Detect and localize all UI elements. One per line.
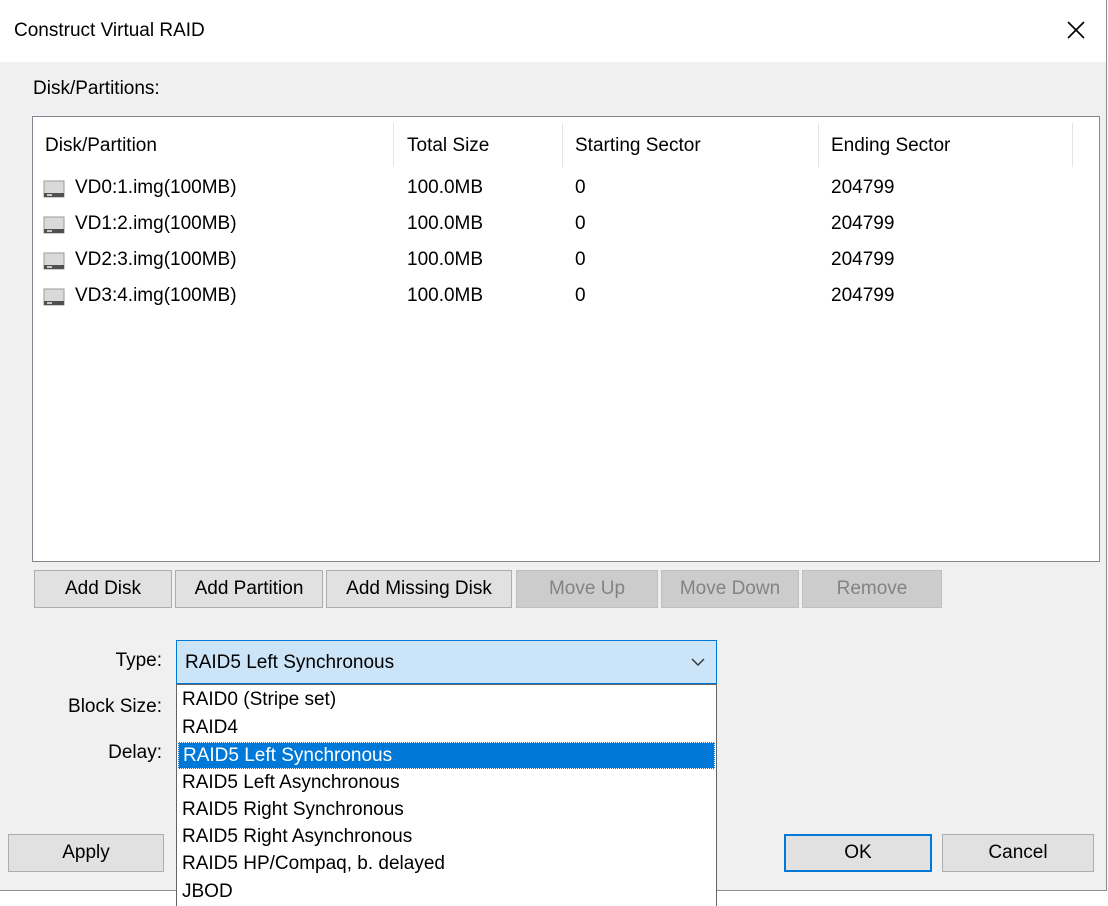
cell-ending-sector: 204799 [831, 177, 895, 198]
cell-disk-partition: VD1:2.img(100MB) [75, 213, 237, 234]
cell-starting-sector: 0 [575, 213, 586, 234]
add-disk-button[interactable]: Add Disk [34, 570, 172, 608]
cell-disk-partition: VD3:4.img(100MB) [75, 285, 237, 306]
disk-icon [43, 252, 65, 270]
type-label: Type: [115, 650, 162, 671]
column-divider[interactable] [562, 123, 563, 167]
column-header-ending-sector[interactable]: Ending Sector [831, 135, 950, 157]
type-option-selected[interactable]: RAID5 Left Synchronous [178, 742, 715, 769]
type-option[interactable]: RAID5 Right Asynchronous [178, 824, 715, 851]
move-up-button[interactable]: Move Up [516, 570, 658, 608]
delay-label: Delay: [108, 742, 162, 763]
title-bar: Construct Virtual RAID [0, 0, 1106, 62]
disk-icon [43, 288, 65, 306]
cell-ending-sector: 204799 [831, 285, 895, 306]
cell-starting-sector: 0 [575, 285, 586, 306]
type-option[interactable]: RAID5 HP/Compaq, b. delayed [178, 851, 715, 878]
disk-partition-list[interactable]: Disk/Partition Total Size Starting Secto… [32, 116, 1100, 562]
ok-button[interactable]: OK [784, 834, 932, 872]
type-option[interactable]: RAID0 (Stripe set) [178, 687, 715, 714]
column-header-disk-partition[interactable]: Disk/Partition [45, 135, 157, 157]
window-title: Construct Virtual RAID [14, 20, 205, 41]
cell-total-size: 100.0MB [407, 249, 484, 270]
table-row[interactable]: VD3:4.img(100MB) 100.0MB 0 204799 [33, 279, 1099, 315]
type-option[interactable]: JBOD [178, 879, 715, 906]
column-divider[interactable] [393, 123, 394, 167]
cell-disk-partition: VD0:1.img(100MB) [75, 177, 237, 198]
add-partition-button[interactable]: Add Partition [175, 570, 323, 608]
cell-starting-sector: 0 [575, 249, 586, 270]
add-missing-disk-button[interactable]: Add Missing Disk [326, 570, 512, 608]
list-header: Disk/Partition Total Size Starting Secto… [33, 117, 1099, 173]
cancel-button[interactable]: Cancel [942, 834, 1094, 872]
block-size-label: Block Size: [68, 696, 162, 717]
type-dropdown-list[interactable]: RAID0 (Stripe set) RAID4 RAID5 Left Sync… [176, 684, 717, 906]
table-row[interactable]: VD0:1.img(100MB) 100.0MB 0 204799 [33, 171, 1099, 207]
type-option[interactable]: RAID5 Left Asynchronous [178, 770, 715, 797]
cell-total-size: 100.0MB [407, 177, 484, 198]
cell-ending-sector: 204799 [831, 213, 895, 234]
cell-total-size: 100.0MB [407, 213, 484, 234]
type-select-value: RAID5 Left Synchronous [185, 652, 395, 673]
disk-partitions-label: Disk/Partitions: [33, 78, 160, 99]
disk-icon [43, 216, 65, 234]
cell-disk-partition: VD2:3.img(100MB) [75, 249, 237, 270]
type-option[interactable]: RAID5 Right Synchronous [178, 797, 715, 824]
column-divider[interactable] [818, 123, 819, 167]
cell-ending-sector: 204799 [831, 249, 895, 270]
cell-total-size: 100.0MB [407, 285, 484, 306]
cell-starting-sector: 0 [575, 177, 586, 198]
type-option[interactable]: RAID4 [178, 715, 715, 742]
column-header-starting-sector[interactable]: Starting Sector [575, 135, 701, 157]
table-row[interactable]: VD1:2.img(100MB) 100.0MB 0 204799 [33, 207, 1099, 243]
remove-button[interactable]: Remove [802, 570, 942, 608]
column-divider[interactable] [1072, 123, 1073, 167]
table-row[interactable]: VD2:3.img(100MB) 100.0MB 0 204799 [33, 243, 1099, 279]
close-icon[interactable] [1058, 12, 1094, 48]
move-down-button[interactable]: Move Down [661, 570, 799, 608]
column-header-total-size[interactable]: Total Size [407, 135, 489, 157]
disk-icon [43, 180, 65, 198]
apply-button[interactable]: Apply [8, 834, 164, 872]
type-select[interactable]: RAID5 Left Synchronous [176, 640, 717, 684]
chevron-down-icon[interactable] [690, 655, 706, 669]
